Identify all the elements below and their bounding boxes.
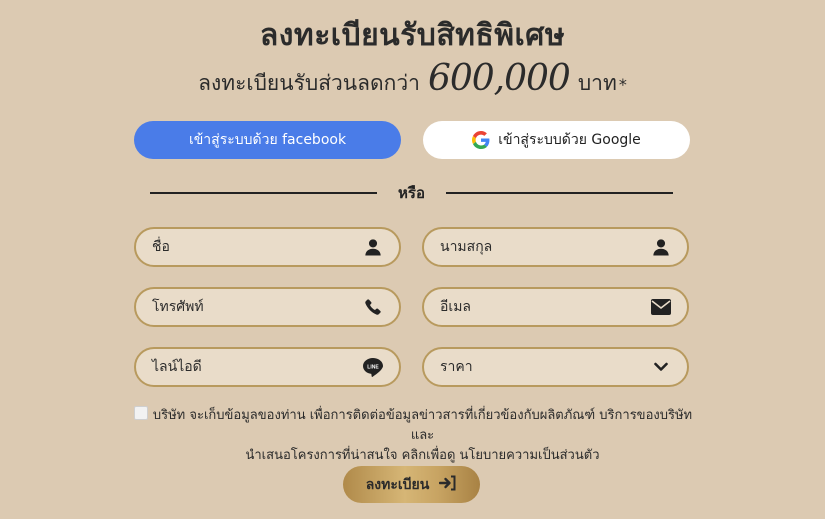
- facebook-login-button[interactable]: เข้าสู่ระบบด้วย facebook: [134, 121, 401, 159]
- user-icon: [363, 237, 383, 257]
- user-icon: [651, 237, 671, 257]
- subtitle-prefix: ลงทะเบียนรับส่วนลดกว่า: [198, 71, 420, 95]
- google-login-button[interactable]: เข้าสู่ระบบด้วย Google: [423, 121, 690, 159]
- or-label: หรือ: [398, 184, 425, 202]
- first-name-placeholder: ชื่อ: [152, 239, 170, 255]
- page-title: ลงทะเบียนรับสิทธิพิเศษ: [259, 18, 566, 53]
- last-name-field[interactable]: นามสกุล: [422, 227, 689, 267]
- google-login-label: เข้าสู่ระบบด้วย Google: [498, 132, 641, 148]
- facebook-login-label: เข้าสู่ระบบด้วย facebook: [188, 132, 347, 148]
- first-name-field[interactable]: ชื่อ: [134, 227, 401, 267]
- svg-text:LINE: LINE: [367, 364, 379, 370]
- consent-checkbox[interactable]: [134, 406, 148, 420]
- divider-line-left: [150, 192, 377, 194]
- email-field[interactable]: อีเมล: [422, 287, 689, 327]
- asterisk: *: [618, 75, 627, 94]
- line-id-field[interactable]: ไลน์ไอดี LINE: [134, 347, 401, 387]
- consent-line-1: บริษัท จะเก็บข้อมูลของท่าน เพื่อการติดต่…: [152, 408, 693, 443]
- price-select[interactable]: ราคา: [422, 347, 689, 387]
- discount-amount: 600,000: [427, 58, 571, 99]
- subtitle-suffix: บาท: [577, 71, 617, 95]
- chevron-down-icon: [651, 357, 671, 377]
- register-button[interactable]: ลงทะเบียน: [343, 466, 480, 503]
- divider-line-right: [445, 192, 673, 194]
- envelope-icon: [651, 297, 671, 317]
- sign-in-icon: [439, 475, 457, 495]
- phone-icon: [363, 297, 383, 317]
- phone-field[interactable]: โทรศัพท์: [134, 287, 401, 327]
- consent-line-2: นำเสนอโครงการที่น่าสนใจ คลิกเพื่อดู นโยบ…: [245, 448, 600, 463]
- last-name-placeholder: นามสกุล: [440, 239, 493, 255]
- consent-text: บริษัท จะเก็บข้อมูลของท่าน เพื่อการติดต่…: [150, 406, 695, 466]
- google-icon: [472, 131, 490, 149]
- phone-placeholder: โทรศัพท์: [152, 299, 204, 315]
- price-placeholder: ราคา: [440, 359, 473, 375]
- register-label: ลงทะเบียน: [365, 476, 430, 493]
- page-subtitle: ลงทะเบียนรับส่วนลดกว่า 600,000 บาท *: [0, 58, 825, 100]
- or-divider: หรือ: [150, 182, 673, 204]
- line-id-placeholder: ไลน์ไอดี: [152, 359, 202, 375]
- email-placeholder: อีเมล: [440, 299, 472, 315]
- line-icon: LINE: [363, 357, 383, 377]
